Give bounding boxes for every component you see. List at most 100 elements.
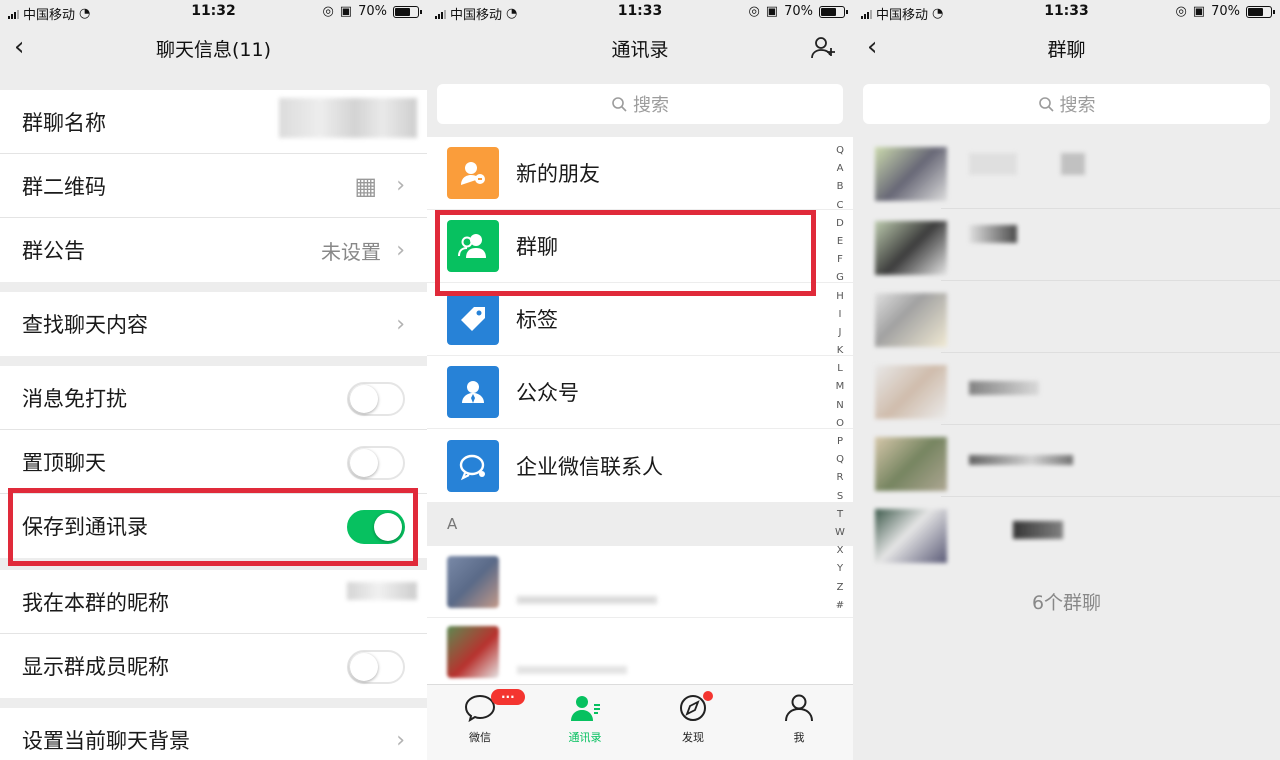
index-letter[interactable]: L — [837, 360, 843, 378]
chevron-right-icon: › — [396, 311, 405, 337]
page-title: 聊天信息(11) — [155, 39, 271, 61]
contact-entry-label: 新的朋友 — [516, 162, 600, 186]
index-letter[interactable]: B — [837, 178, 844, 196]
index-letter[interactable]: # — [836, 597, 844, 615]
contact-entry-official-accounts[interactable]: 公众号 — [427, 356, 853, 429]
search-bar[interactable]: 搜索 — [437, 84, 843, 124]
contact-entry-label: 标签 — [516, 308, 558, 332]
show-nicknames-toggle[interactable] — [347, 650, 405, 684]
contact-name-blurred — [517, 596, 657, 604]
index-letter[interactable]: C — [837, 197, 844, 215]
index-letter[interactable]: K — [837, 342, 844, 360]
notice-label: 群公告 — [22, 239, 85, 263]
index-letter[interactable]: I — [839, 306, 842, 324]
index-letter[interactable]: F — [837, 251, 843, 269]
index-letter[interactable]: Z — [837, 579, 844, 597]
index-letter[interactable]: Q — [836, 451, 844, 469]
highlight-box — [8, 488, 418, 566]
list-item[interactable] — [427, 618, 853, 686]
battery-label: 70% — [358, 4, 387, 19]
search-icon — [612, 97, 627, 112]
search-chat-label: 查找聊天内容 — [22, 313, 148, 337]
index-letter[interactable]: T — [837, 506, 843, 524]
contact-entry-wecom[interactable]: 企业微信联系人 — [427, 429, 853, 502]
background-section: 设置当前聊天背景 › — [0, 708, 427, 760]
index-letter[interactable]: E — [837, 233, 843, 251]
avatar — [875, 509, 947, 563]
search-bar[interactable]: 搜索 — [863, 84, 1270, 124]
list-item[interactable] — [853, 281, 1280, 353]
index-letter[interactable]: Q — [836, 142, 844, 160]
official-account-icon — [447, 366, 499, 418]
index-letter[interactable]: J — [839, 324, 842, 342]
group-name-blurred — [1013, 521, 1063, 539]
person-icon — [785, 694, 813, 722]
wecom-contact-icon — [447, 439, 499, 492]
index-letter[interactable]: X — [837, 542, 844, 560]
group-settings-section: 群聊名称 群二维码 ▦ › 群公告 未设置 › — [0, 90, 427, 282]
tab-me[interactable]: 我 — [759, 693, 839, 745]
battery-icon — [1246, 5, 1275, 18]
notice-value: 未设置 — [321, 239, 381, 264]
chevron-right-icon: › — [396, 237, 405, 263]
group-name-row[interactable]: 群聊名称 — [0, 90, 427, 154]
nickname-value-blurred — [347, 582, 417, 600]
list-item[interactable] — [853, 425, 1280, 497]
index-letter[interactable]: S — [837, 488, 843, 506]
contacts-fixed-list: 新的朋友 群聊 标签 公众号 企业微信联系人 — [427, 137, 853, 502]
contacts-icon — [571, 696, 600, 721]
alarm-icon: ▣ — [339, 4, 353, 19]
page-title: 群聊 — [1047, 39, 1086, 61]
list-item[interactable] — [853, 353, 1280, 425]
nav-bar: ‹ 聊天信息(11) — [0, 24, 427, 72]
search-placeholder: 搜索 — [633, 95, 669, 116]
avatar — [875, 147, 947, 201]
tab-discover[interactable]: 发现 — [653, 693, 733, 745]
alphabet-index[interactable]: Q A B C D E F G H I J K L M N O P Q R S T W X Y Z # — [833, 142, 847, 615]
lock-rotation-icon: ◎ — [1175, 4, 1187, 19]
tab-contacts[interactable]: 通讯录 — [545, 693, 625, 745]
group-name-blurred — [969, 455, 1073, 465]
list-item[interactable] — [853, 137, 1280, 209]
qrcode-icon: ▦ — [354, 171, 377, 200]
index-letter[interactable]: Y — [837, 560, 843, 578]
index-letter[interactable]: D — [836, 215, 844, 233]
notice-row[interactable]: 群公告 未设置 › — [0, 218, 427, 282]
contacts-screen: 中国移动 ◔ 11:33 ◎ ▣ 70% 通讯录 搜索 新的朋友 群聊 标签 公… — [427, 0, 853, 760]
status-bar: 中国移动 ◔ 11:33 ◎ ▣ 70% — [427, 0, 853, 24]
set-background-row[interactable]: 设置当前聊天背景 › — [0, 708, 427, 760]
qrcode-row[interactable]: 群二维码 ▦ › — [0, 154, 427, 218]
list-item[interactable] — [427, 546, 853, 618]
index-letter[interactable]: O — [836, 415, 844, 433]
index-letter[interactable]: W — [835, 524, 845, 542]
contact-entry-label: 企业微信联系人 — [516, 454, 663, 479]
tab-bar: 微信 ··· 通讯录 发现 我 — [427, 684, 853, 760]
index-letter[interactable]: P — [837, 433, 843, 451]
search-chat-row[interactable]: 查找聊天内容 › — [0, 292, 427, 356]
index-letter[interactable]: N — [836, 397, 843, 415]
list-item[interactable] — [853, 209, 1280, 281]
my-nickname-row[interactable]: 我在本群的昵称 — [0, 570, 427, 634]
mute-toggle[interactable] — [347, 382, 405, 416]
status-bar: 中国移动 ◔ 11:32 ◎ ▣ 70% — [0, 0, 427, 24]
status-bar: 中国移动 ◔ 11:33 ◎ ▣ 70% — [853, 0, 1280, 24]
alarm-icon: ▣ — [1192, 4, 1206, 19]
index-letter[interactable]: A — [837, 160, 844, 178]
nickname-section: 我在本群的昵称 显示群成员昵称 — [0, 570, 427, 698]
search-section: 查找聊天内容 › — [0, 292, 427, 356]
mute-row: 消息免打扰 — [0, 366, 427, 430]
index-letter[interactable]: G — [836, 269, 844, 287]
mute-label: 消息免打扰 — [22, 386, 127, 411]
index-letter[interactable]: R — [837, 469, 844, 487]
index-letter[interactable]: H — [836, 288, 844, 306]
chevron-right-icon: › — [396, 727, 405, 753]
index-letter[interactable]: M — [836, 378, 845, 396]
pin-toggle[interactable] — [347, 446, 405, 480]
add-friend-icon[interactable] — [811, 36, 837, 64]
battery-label: 70% — [784, 4, 813, 19]
list-item[interactable] — [853, 497, 1280, 569]
show-nicknames-label: 显示群成员昵称 — [22, 655, 169, 679]
avatar — [875, 365, 947, 419]
contact-entry-new-friends[interactable]: 新的朋友 — [427, 137, 853, 210]
avatar — [875, 293, 947, 347]
